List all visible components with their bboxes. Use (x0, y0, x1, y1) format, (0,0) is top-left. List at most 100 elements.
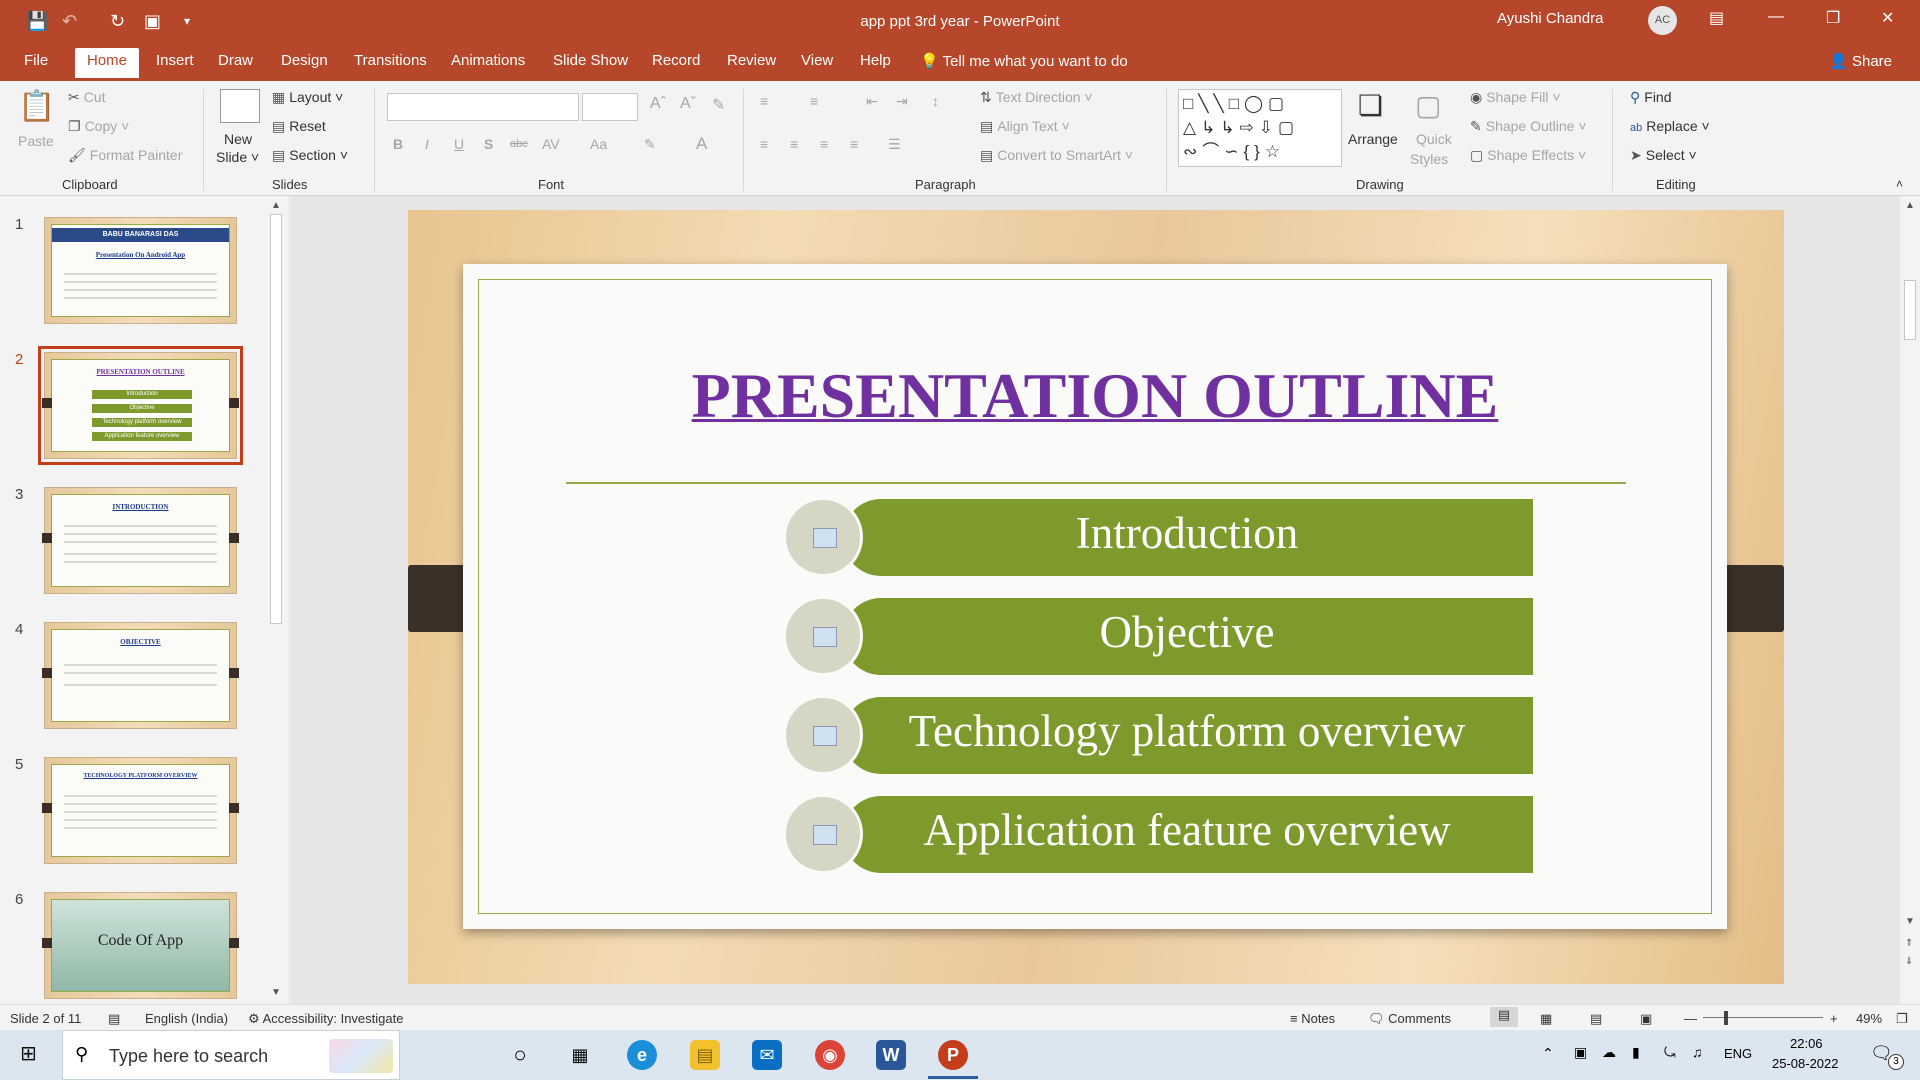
slide-sorter-icon[interactable]: ▦ (1540, 1011, 1552, 1027)
new-slide-button[interactable]: Slide ˅ (216, 149, 259, 165)
new-slide-icon[interactable] (220, 89, 260, 123)
italic-icon[interactable]: I (425, 136, 429, 152)
cortana-icon[interactable]: ○ (505, 1040, 535, 1070)
replace-button[interactable]: ab Replace ˅ (1630, 118, 1710, 134)
outline-item[interactable]: Objective (783, 596, 1533, 676)
zoom-thumb[interactable] (1724, 1011, 1728, 1025)
picture-placeholder[interactable] (783, 497, 863, 577)
outline-item-text[interactable]: Objective (843, 606, 1531, 658)
columns-icon[interactable]: ☰ (888, 136, 901, 153)
comments-button[interactable]: 🗨 Comments (1368, 1011, 1451, 1027)
fit-slide-icon[interactable]: ❐ (1896, 1011, 1908, 1027)
shapes-gallery[interactable]: □╲╲□◯▢ △↳↳⇨⇩▢ ∾⌒∽{}☆ (1178, 89, 1342, 167)
new-slide-label-1[interactable]: New (224, 131, 252, 147)
tab-home[interactable]: Home (75, 48, 140, 78)
scroll-thumb[interactable] (270, 214, 282, 624)
slide-thumbnail-4[interactable]: OBJECTIVE (42, 622, 239, 729)
paste-icon[interactable]: 📋 (18, 89, 55, 124)
scroll-down-icon[interactable]: ▼ (271, 987, 281, 998)
outline-item-text[interactable]: Introduction (843, 507, 1531, 559)
tab-insert[interactable]: Insert (156, 52, 194, 69)
onedrive-icon[interactable]: ☁ (1602, 1044, 1616, 1061)
copy-button[interactable]: ❐ Copy ˅ (68, 118, 129, 135)
slide-counter[interactable]: Slide 2 of 11 (10, 1011, 81, 1026)
meet-now-icon[interactable]: ▣ (1574, 1044, 1587, 1061)
tab-file[interactable]: File (24, 52, 48, 69)
slide-thumbnail-1[interactable]: BABU BANARASI DAS Presentation On Androi… (44, 217, 237, 324)
font-size-combo[interactable] (582, 93, 638, 121)
file-explorer-icon[interactable]: ▤ (690, 1040, 720, 1070)
scroll-down-icon[interactable]: ▼ (1905, 916, 1915, 927)
spelling-icon[interactable]: ▤ (108, 1011, 120, 1027)
outline-item-text[interactable]: Application feature overview (843, 804, 1531, 856)
normal-view-icon[interactable]: ▤ (1490, 1007, 1518, 1027)
slide-thumbnail-3[interactable]: INTRODUCTION (42, 487, 239, 594)
windows-start-icon[interactable]: ⊞ (20, 1044, 40, 1064)
mail-icon[interactable]: ✉ (752, 1040, 782, 1070)
select-button[interactable]: ➤ Select ˅ (1630, 147, 1697, 164)
bullets-icon[interactable]: ≡ (760, 93, 768, 109)
scroll-thumb[interactable] (1904, 280, 1916, 340)
clock-time[interactable]: 22:06 (1790, 1036, 1823, 1051)
reset-button[interactable]: ▤ Reset (272, 118, 326, 135)
outline-item-text[interactable]: Technology platform overview (843, 705, 1531, 757)
powerpoint-icon[interactable]: P (938, 1040, 968, 1070)
outline-item[interactable]: Introduction (783, 497, 1533, 577)
tab-review[interactable]: Review (727, 52, 776, 69)
smartart-button[interactable]: ▤ Convert to SmartArt ˅ (980, 147, 1133, 164)
user-name[interactable]: Ayushi Chandra (1497, 10, 1603, 27)
tab-record[interactable]: Record (652, 52, 700, 69)
slide-editor[interactable]: PRESENTATION OUTLINE Introduction Object… (408, 210, 1784, 984)
quick-styles-icon[interactable]: ▢ (1415, 89, 1441, 122)
picture-placeholder[interactable] (783, 695, 863, 775)
format-painter-button[interactable]: 🖌 Format Painter (68, 147, 182, 164)
tab-view[interactable]: View (801, 52, 833, 69)
slide-thumbnail-5[interactable]: TECHNOLOGY PLATFORM OVERVIEW (42, 757, 239, 864)
char-spacing-icon[interactable]: AV (542, 136, 560, 152)
thumbnail-scrollbar[interactable]: ▲ ▼ (267, 200, 285, 1000)
previous-slide-icon[interactable]: ⇑ (1905, 938, 1913, 949)
align-left-icon[interactable]: ≡ (760, 136, 768, 152)
maximize-icon[interactable]: ❐ (1826, 8, 1840, 28)
zoom-level[interactable]: 49% (1856, 1011, 1882, 1026)
underline-icon[interactable]: U (454, 136, 464, 152)
clock-date[interactable]: 25-08-2022 (1772, 1056, 1839, 1071)
tab-animations[interactable]: Animations (451, 52, 525, 69)
accessibility-button[interactable]: ⚙ Accessibility: Investigate (248, 1011, 403, 1027)
arrange-icon[interactable]: ❏ (1358, 89, 1383, 122)
shape-fill-button[interactable]: ◉ Shape Fill ˅ (1470, 89, 1561, 106)
align-center-icon[interactable]: ≡ (790, 136, 798, 152)
numbering-icon[interactable]: ≡ (810, 93, 818, 109)
scroll-up-icon[interactable]: ▲ (271, 200, 281, 211)
slide-thumbnail-6[interactable]: Code Of App (42, 892, 239, 999)
decrease-font-icon[interactable]: Aˇ (680, 95, 696, 113)
reading-view-icon[interactable]: ▤ (1590, 1011, 1602, 1027)
keyboard-language[interactable]: ENG (1724, 1046, 1752, 1061)
avatar[interactable]: AC (1648, 6, 1677, 35)
slideshow-icon[interactable]: ▣ (1640, 1011, 1652, 1027)
slide-thumbnail-2[interactable]: PRESENTATION OUTLINE Introduction Object… (38, 346, 243, 465)
shadow-icon[interactable]: S (484, 136, 493, 152)
task-view-icon[interactable]: ▦ (565, 1040, 595, 1070)
outline-item[interactable]: Technology platform overview (783, 695, 1533, 775)
slide-scrollbar[interactable]: ▲ ▼ ⇑ ⇓ (1900, 196, 1920, 1004)
slide-title[interactable]: PRESENTATION OUTLINE (463, 359, 1727, 433)
volume-icon[interactable]: ♫ (1692, 1044, 1703, 1060)
align-right-icon[interactable]: ≡ (820, 136, 828, 152)
word-icon[interactable]: W (876, 1040, 906, 1070)
paste-button[interactable]: Paste (18, 133, 54, 149)
align-text-button[interactable]: ▤ Align Text ˅ (980, 118, 1070, 135)
share-button[interactable]: 👤 Share (1829, 52, 1892, 70)
picture-placeholder[interactable] (783, 794, 863, 874)
layout-button[interactable]: ▦ Layout ˅ (272, 89, 343, 106)
font-name-combo[interactable] (387, 93, 579, 121)
text-direction-button[interactable]: ⇅ Text Direction ˅ (980, 89, 1093, 106)
quick-styles-label-2[interactable]: Styles (1410, 151, 1448, 167)
taskbar-search-box[interactable]: ⚲ Type here to search (62, 1030, 400, 1080)
zoom-in-icon[interactable]: + (1830, 1011, 1838, 1026)
shape-effects-button[interactable]: ▢ Shape Effects ˅ (1470, 147, 1586, 164)
cut-button[interactable]: ✂ Cut (68, 89, 106, 106)
picture-placeholder[interactable] (783, 596, 863, 676)
section-button[interactable]: ▤ Section ˅ (272, 147, 348, 164)
tab-help[interactable]: Help (860, 52, 891, 69)
